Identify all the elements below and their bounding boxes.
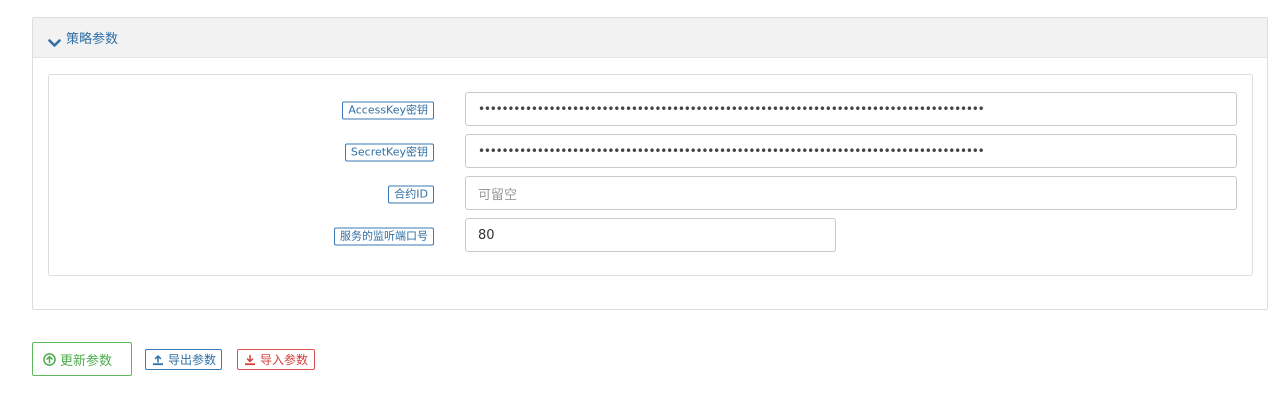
- export-params-button[interactable]: 导出参数: [145, 349, 222, 370]
- params-form: AccessKey密钥 ••••••••••••••••••••••••••••…: [48, 74, 1253, 276]
- import-params-button[interactable]: 导入参数: [237, 349, 315, 370]
- update-params-label: 更新参数: [60, 353, 113, 369]
- chevron-down-icon[interactable]: [48, 33, 61, 47]
- param-row-contract-id: 合约ID 可留空: [49, 176, 1252, 210]
- param-label-listen-port: 服务的监听端口号: [334, 227, 434, 246]
- panel-heading[interactable]: 策略参数: [33, 18, 1267, 58]
- panel-title: 策略参数: [66, 32, 119, 47]
- export-icon: [153, 354, 163, 365]
- import-icon: [245, 354, 255, 365]
- param-row-secretkey: SecretKey密钥 ••••••••••••••••••••••••••••…: [49, 134, 1252, 168]
- accesskey-input[interactable]: ••••••••••••••••••••••••••••••••••••••••…: [465, 92, 1237, 126]
- param-label-contract-id: 合约ID: [388, 185, 434, 204]
- arrow-up-circle-icon: [43, 352, 56, 366]
- export-params-label: 导出参数: [168, 353, 217, 367]
- listen-port-input[interactable]: 80: [465, 218, 836, 252]
- strategy-params-panel: 策略参数 AccessKey密钥 •••••••••••••••••••••••…: [32, 17, 1268, 310]
- update-params-button[interactable]: 更新参数: [32, 342, 132, 376]
- contract-id-input[interactable]: 可留空: [465, 176, 1237, 210]
- param-label-secretkey: SecretKey密钥: [344, 143, 434, 162]
- param-row-listen-port: 服务的监听端口号 80: [49, 218, 1252, 252]
- param-row-accesskey: AccessKey密钥 ••••••••••••••••••••••••••••…: [49, 92, 1252, 126]
- secretkey-input[interactable]: ••••••••••••••••••••••••••••••••••••••••…: [465, 134, 1237, 168]
- import-params-label: 导入参数: [260, 353, 309, 367]
- param-label-accesskey: AccessKey密钥: [342, 101, 434, 120]
